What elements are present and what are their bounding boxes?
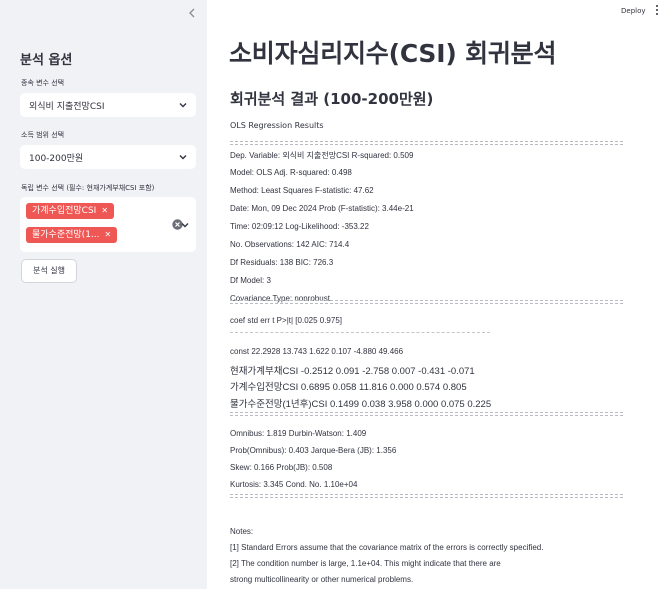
run-analysis-button[interactable]: 분석 실행	[21, 259, 77, 283]
chevron-down-icon	[181, 223, 189, 228]
stat-line: Dep. Variable: 외식비 지출전망CSI R-squared: 0.…	[230, 151, 414, 160]
deploy-button[interactable]: Deploy	[621, 7, 646, 15]
divider	[230, 300, 623, 304]
diagnostic-line: Omnibus: 1.819 Durbin-Watson: 1.409	[230, 429, 367, 438]
income-range-value: 100-200만원	[29, 154, 84, 164]
selected-tag: 물가수준전망(1... ✕	[26, 227, 118, 243]
chevron-down-icon	[179, 103, 187, 108]
selected-tag-label: 물가수준전망(1...	[32, 230, 100, 240]
coef-header: coef std err t P>|t| [0.025 0.975]	[230, 316, 342, 325]
diagnostic-line: Kurtosis: 3.345 Cond. No. 1.10e+04	[230, 480, 358, 489]
notes-line: strong multicollinearity or other numeri…	[230, 575, 414, 584]
stat-line: Time: 02:09:12 Log-Likelihood: -353.22	[230, 222, 369, 231]
divider	[230, 332, 490, 333]
divider	[230, 412, 623, 416]
dependent-variable-select[interactable]: 외식비 지출전망CSI	[20, 93, 196, 117]
stat-line: No. Observations: 142 AIC: 714.4	[230, 240, 350, 249]
results-subtitle: 회귀분석 결과 (100-200만원)	[230, 90, 434, 108]
chevron-down-icon	[179, 155, 187, 160]
coef-row: 물가수준전망(1년후)CSI 0.1499 0.038 3.958 0.000 …	[230, 399, 492, 410]
divider	[230, 141, 623, 145]
results-title: OLS Regression Results	[230, 121, 324, 130]
coef-row: const 22.2928 13.743 1.622 0.107 -4.880 …	[230, 347, 404, 356]
stat-line: Df Model: 3	[230, 276, 271, 285]
stat-line: Model: OLS Adj. R-squared: 0.498	[230, 168, 352, 177]
more-vertical-icon[interactable]	[654, 5, 660, 17]
notes-line: [2] The condition number is large, 1.1e+…	[230, 559, 501, 568]
notes-line: [1] Standard Errors assume that the cova…	[230, 543, 544, 552]
independent-variables-label: 독립 변수 선택 (필수: 현재가계부채CSI 포함)	[21, 184, 155, 192]
remove-tag-icon[interactable]: ✕	[101, 206, 108, 215]
dependent-variable-label: 종속 변수 선택	[21, 79, 65, 87]
stat-line: Date: Mon, 09 Dec 2024 Prob (F-statistic…	[230, 204, 414, 213]
income-range-select[interactable]: 100-200만원	[20, 145, 196, 169]
diagnostic-line: Prob(Omnibus): 0.403 Jarque-Bera (JB): 1…	[230, 446, 397, 455]
selected-tag-label: 가계수입전망CSI	[32, 206, 97, 216]
notes-line: Notes:	[230, 527, 254, 536]
remove-tag-icon[interactable]: ✕	[105, 230, 112, 239]
selected-tag: 가계수입전망CSI ✕	[26, 203, 115, 219]
page-title: 소비자심리지수(CSI) 회귀분석	[229, 39, 557, 68]
sidebar-title: 분석 옵션	[20, 53, 73, 68]
chevron-left-icon[interactable]	[185, 6, 199, 20]
stat-line: Df Residuals: 138 BIC: 726.3	[230, 258, 334, 267]
independent-variables-multiselect[interactable]: 가계수입전망CSI ✕ 물가수준전망(1... ✕	[20, 197, 196, 252]
coef-row: 현재가계부채CSI -0.2512 0.091 -2.758 0.007 -0.…	[230, 366, 475, 377]
stat-line: Method: Least Squares F-statistic: 47.62	[230, 186, 374, 195]
diagnostic-line: Skew: 0.166 Prob(JB): 0.508	[230, 463, 333, 472]
coef-row: 가계수입전망CSI 0.6895 0.058 11.816 0.000 0.57…	[230, 382, 467, 393]
divider	[230, 494, 623, 498]
sidebar: 분석 옵션 종속 변수 선택 외식비 지출전망CSI 소득 범위 선택 100-…	[0, 0, 207, 589]
income-range-label: 소득 범위 선택	[21, 131, 65, 139]
dependent-variable-value: 외식비 지출전망CSI	[29, 102, 105, 112]
